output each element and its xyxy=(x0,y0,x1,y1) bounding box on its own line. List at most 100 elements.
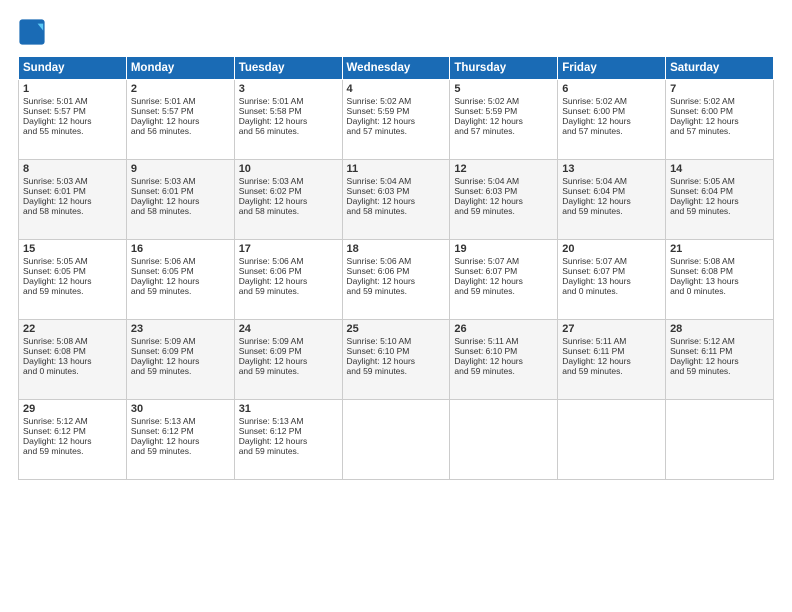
day-info: Daylight: 12 hours xyxy=(454,356,553,366)
day-info: and 59 minutes. xyxy=(670,206,769,216)
calendar-cell: 22Sunrise: 5:08 AMSunset: 6:08 PMDayligh… xyxy=(19,320,127,400)
page: SundayMondayTuesdayWednesdayThursdayFrid… xyxy=(0,0,792,612)
day-info: Sunset: 6:05 PM xyxy=(131,266,230,276)
day-info: Daylight: 12 hours xyxy=(131,276,230,286)
day-info: Sunset: 6:11 PM xyxy=(670,346,769,356)
day-number: 7 xyxy=(670,83,769,95)
day-info: Sunrise: 5:06 AM xyxy=(131,256,230,266)
day-info: Sunset: 6:05 PM xyxy=(23,266,122,276)
day-info: Sunrise: 5:02 AM xyxy=(454,96,553,106)
day-info: and 59 minutes. xyxy=(562,366,661,376)
day-info: Sunset: 6:03 PM xyxy=(454,186,553,196)
day-info: Sunrise: 5:06 AM xyxy=(239,256,338,266)
day-info: and 59 minutes. xyxy=(23,286,122,296)
day-info: Daylight: 12 hours xyxy=(239,116,338,126)
day-info: Sunset: 5:59 PM xyxy=(454,106,553,116)
calendar-cell: 3Sunrise: 5:01 AMSunset: 5:58 PMDaylight… xyxy=(234,80,342,160)
day-info: Sunset: 5:58 PM xyxy=(239,106,338,116)
calendar-cell: 2Sunrise: 5:01 AMSunset: 5:57 PMDaylight… xyxy=(126,80,234,160)
day-number: 22 xyxy=(23,323,122,335)
day-info: Sunrise: 5:06 AM xyxy=(347,256,446,266)
day-info: Sunrise: 5:03 AM xyxy=(239,176,338,186)
day-info: Sunset: 6:01 PM xyxy=(131,186,230,196)
day-info: Daylight: 13 hours xyxy=(562,276,661,286)
day-info: Daylight: 12 hours xyxy=(131,116,230,126)
day-number: 14 xyxy=(670,163,769,175)
day-info: Daylight: 12 hours xyxy=(562,196,661,206)
day-number: 5 xyxy=(454,83,553,95)
day-info: Sunrise: 5:01 AM xyxy=(239,96,338,106)
calendar-cell: 29Sunrise: 5:12 AMSunset: 6:12 PMDayligh… xyxy=(19,400,127,480)
day-number: 31 xyxy=(239,403,338,415)
calendar-cell: 14Sunrise: 5:05 AMSunset: 6:04 PMDayligh… xyxy=(666,160,774,240)
day-info: and 57 minutes. xyxy=(562,126,661,136)
calendar-cell: 26Sunrise: 5:11 AMSunset: 6:10 PMDayligh… xyxy=(450,320,558,400)
calendar-cell: 31Sunrise: 5:13 AMSunset: 6:12 PMDayligh… xyxy=(234,400,342,480)
day-number: 16 xyxy=(131,243,230,255)
day-info: Sunset: 6:00 PM xyxy=(562,106,661,116)
calendar-cell: 20Sunrise: 5:07 AMSunset: 6:07 PMDayligh… xyxy=(558,240,666,320)
day-info: Sunset: 6:04 PM xyxy=(670,186,769,196)
day-info: and 56 minutes. xyxy=(239,126,338,136)
day-info: and 56 minutes. xyxy=(131,126,230,136)
col-header-tuesday: Tuesday xyxy=(234,57,342,80)
day-info: Sunset: 6:00 PM xyxy=(670,106,769,116)
day-info: and 59 minutes. xyxy=(239,446,338,456)
day-info: Sunset: 6:08 PM xyxy=(23,346,122,356)
day-number: 6 xyxy=(562,83,661,95)
day-info: Daylight: 12 hours xyxy=(454,196,553,206)
col-header-saturday: Saturday xyxy=(666,57,774,80)
day-info: and 59 minutes. xyxy=(454,366,553,376)
day-info: Sunrise: 5:07 AM xyxy=(454,256,553,266)
day-info: Sunrise: 5:05 AM xyxy=(23,256,122,266)
day-info: and 59 minutes. xyxy=(562,206,661,216)
day-number: 9 xyxy=(131,163,230,175)
day-info: Sunrise: 5:02 AM xyxy=(670,96,769,106)
calendar-cell: 27Sunrise: 5:11 AMSunset: 6:11 PMDayligh… xyxy=(558,320,666,400)
day-info: Daylight: 12 hours xyxy=(670,196,769,206)
day-info: Daylight: 12 hours xyxy=(23,196,122,206)
calendar-cell: 1Sunrise: 5:01 AMSunset: 5:57 PMDaylight… xyxy=(19,80,127,160)
day-info: Sunrise: 5:08 AM xyxy=(23,336,122,346)
day-info: Sunset: 6:12 PM xyxy=(131,426,230,436)
day-info: Sunrise: 5:12 AM xyxy=(23,416,122,426)
day-info: Daylight: 13 hours xyxy=(23,356,122,366)
day-info: Sunset: 6:07 PM xyxy=(454,266,553,276)
day-info: Daylight: 12 hours xyxy=(131,356,230,366)
day-info: and 59 minutes. xyxy=(347,366,446,376)
day-info: and 58 minutes. xyxy=(23,206,122,216)
day-info: Sunrise: 5:01 AM xyxy=(131,96,230,106)
day-number: 15 xyxy=(23,243,122,255)
day-info: Sunrise: 5:09 AM xyxy=(131,336,230,346)
day-number: 11 xyxy=(347,163,446,175)
day-info: and 59 minutes. xyxy=(239,366,338,376)
day-number: 10 xyxy=(239,163,338,175)
calendar-cell: 10Sunrise: 5:03 AMSunset: 6:02 PMDayligh… xyxy=(234,160,342,240)
day-info: Daylight: 12 hours xyxy=(562,356,661,366)
day-info: Sunset: 6:04 PM xyxy=(562,186,661,196)
day-info: Sunset: 6:03 PM xyxy=(347,186,446,196)
day-info: Sunset: 6:12 PM xyxy=(239,426,338,436)
day-info: Sunrise: 5:11 AM xyxy=(454,336,553,346)
day-info: Daylight: 12 hours xyxy=(670,356,769,366)
day-number: 3 xyxy=(239,83,338,95)
calendar-cell: 17Sunrise: 5:06 AMSunset: 6:06 PMDayligh… xyxy=(234,240,342,320)
day-number: 21 xyxy=(670,243,769,255)
calendar-cell: 28Sunrise: 5:12 AMSunset: 6:11 PMDayligh… xyxy=(666,320,774,400)
day-info: Sunrise: 5:02 AM xyxy=(347,96,446,106)
calendar-cell: 5Sunrise: 5:02 AMSunset: 5:59 PMDaylight… xyxy=(450,80,558,160)
day-number: 27 xyxy=(562,323,661,335)
day-info: Daylight: 12 hours xyxy=(347,356,446,366)
day-info: Sunset: 5:59 PM xyxy=(347,106,446,116)
col-header-thursday: Thursday xyxy=(450,57,558,80)
calendar-cell: 12Sunrise: 5:04 AMSunset: 6:03 PMDayligh… xyxy=(450,160,558,240)
calendar-cell: 18Sunrise: 5:06 AMSunset: 6:06 PMDayligh… xyxy=(342,240,450,320)
day-info: and 57 minutes. xyxy=(670,126,769,136)
calendar-cell: 15Sunrise: 5:05 AMSunset: 6:05 PMDayligh… xyxy=(19,240,127,320)
day-number: 4 xyxy=(347,83,446,95)
day-info: Sunrise: 5:03 AM xyxy=(131,176,230,186)
day-info: and 55 minutes. xyxy=(23,126,122,136)
day-info: Sunset: 6:10 PM xyxy=(454,346,553,356)
day-info: Sunrise: 5:04 AM xyxy=(562,176,661,186)
day-info: and 0 minutes. xyxy=(670,286,769,296)
